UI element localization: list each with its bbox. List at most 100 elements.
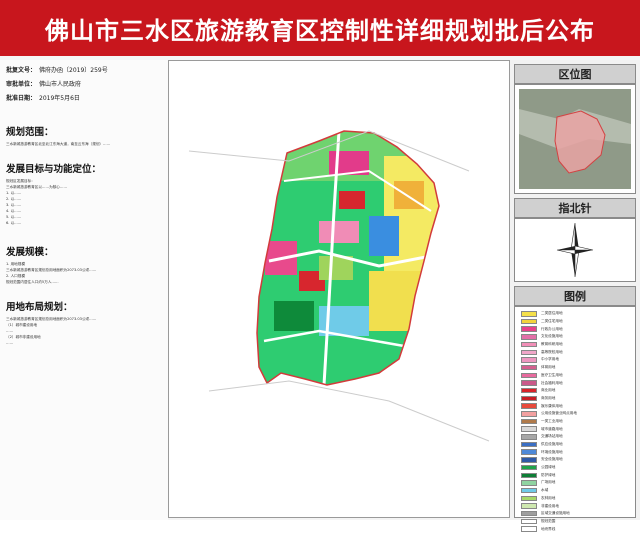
legend-label: 商务用地	[541, 395, 556, 400]
legend-label: 一类工业用地	[541, 418, 563, 423]
legend-item: 规划范围	[515, 518, 635, 526]
legend-item: 农林用地	[515, 495, 635, 503]
legend-label: 行政办公用地	[541, 326, 563, 331]
legend-label: 环境设施用地	[541, 449, 563, 454]
legend-swatch	[521, 434, 537, 440]
approval-date: 批准日期： 2019年5月6日	[6, 92, 162, 106]
approval-date-label: 批准日期：	[6, 95, 37, 102]
legend-swatch	[521, 487, 537, 494]
legend-swatch	[521, 518, 537, 525]
legend-label: 供应设施用地	[541, 442, 563, 447]
legend-label: 高等院校用地	[541, 349, 563, 354]
landuse-text: 三水新城旅游教育区规划总用地面积为2073.03公顷…… （1）城市建设用地 ……	[6, 317, 97, 345]
legend-swatch	[521, 495, 537, 502]
legend-swatch	[521, 403, 537, 409]
legend-label: 广场用地	[541, 480, 556, 485]
text-panel: 批复文号： 佛府办函〔2019〕259号 审批单位： 佛山市人民政府 批准日期： 20…	[0, 60, 168, 520]
legend-swatch	[521, 480, 537, 486]
legend-item: 区域交通设施用地	[515, 510, 635, 518]
legend-item: 体育用地	[515, 364, 635, 372]
parcel-utility	[369, 216, 399, 256]
legend-label: 地块界线	[541, 526, 556, 531]
legend-item: 公园绿地	[515, 464, 635, 472]
legend-item: 社会福利用地	[515, 379, 635, 387]
legend-swatch	[521, 357, 537, 363]
legend-swatch	[521, 526, 537, 532]
landuse-section: 用地布局规划： 三水新城旅游教育区规划总用地面积为2073.03公顷…… （1）…	[6, 299, 162, 346]
goals-text: 规划区发展目标： 三水新城旅游教育区以……为核心…… 1. 以…… 2. 以………	[6, 179, 68, 225]
parcel-commercial-center	[339, 191, 365, 209]
legend-item: 中小学用地	[515, 356, 635, 364]
legend-item: 水域	[515, 487, 635, 495]
legend-swatch	[521, 411, 537, 417]
legend-label: 非建设用地	[541, 503, 559, 508]
legend-label: 安全设施用地	[541, 457, 563, 462]
legend-item: 一类工业用地	[515, 418, 635, 426]
scale-section: 发展规模： 1. 用地规模 三水新城旅游教育区规划总用地面积为2073.03公顷…	[6, 244, 162, 285]
legend-item: 商业用地	[515, 387, 635, 395]
legend-swatch	[521, 464, 537, 471]
location-map-svg	[519, 89, 631, 189]
legend-item: 环境设施用地	[515, 448, 635, 456]
legend-swatch	[521, 418, 537, 425]
poster: 佛山市三水区旅游教育区控制性详细规划批后公布 批复文号： 佛府办函〔2019〕25…	[0, 0, 640, 532]
legend-swatch	[521, 449, 537, 455]
scale-heading: 发展规模：	[6, 247, 54, 258]
legend-label: 中小学用地	[541, 357, 559, 362]
scope-text: 三水新城旅游教育区北至北江东海大道，南至云东海（规划）……	[6, 142, 111, 146]
legend-swatch	[521, 472, 537, 479]
info-panel: 区位图 指北针 图例 二类居住用地 二类住宅用地 行政办公用地 文化设施用地 教育科研	[510, 60, 640, 532]
legend-item: 教育科研用地	[515, 341, 635, 349]
legend-label: 二类住宅用地	[541, 319, 563, 324]
legend-label: 二类居住用地	[541, 311, 563, 316]
legend-item: 文化设施用地	[515, 333, 635, 341]
scope-section: 规划范围： 三水新城旅游教育区北至北江东海大道，南至云东海（规划）……	[6, 124, 162, 147]
north-arrow-box	[514, 218, 636, 282]
legend-swatch	[521, 457, 537, 463]
legend-swatch	[521, 441, 537, 448]
legend-label: 商业用地	[541, 388, 556, 393]
north-arrow-heading: 指北针	[514, 198, 636, 218]
parcel-protective-green	[274, 301, 314, 331]
location-map	[514, 84, 636, 194]
legend-item: 二类住宅用地	[515, 318, 635, 326]
page-title: 佛山市三水区旅游教育区控制性详细规划批后公布	[45, 16, 595, 45]
legend-label: 体育用地	[541, 365, 556, 370]
approval-unit-value: 佛山市人民政府	[39, 81, 82, 88]
approval-number: 批复文号： 佛府办函〔2019〕259号	[6, 64, 162, 78]
legend-swatch	[521, 364, 537, 371]
legend-item: 非建设用地	[515, 502, 635, 510]
legend-item: 广场用地	[515, 479, 635, 487]
legend-item: 娱乐康体用地	[515, 402, 635, 410]
legend-swatch	[521, 334, 537, 340]
legend-label: 城市道路用地	[541, 426, 563, 431]
approval-number-value: 佛府办函〔2019〕259号	[39, 67, 108, 74]
legend-item: 商务用地	[515, 395, 635, 403]
legend-swatch	[521, 510, 537, 517]
approval-date-value: 2019年5月6日	[39, 95, 80, 102]
goals-heading: 发展目标与功能定位：	[6, 164, 102, 175]
legend-swatch	[521, 341, 537, 348]
legend-item: 地块界线	[515, 525, 635, 533]
location-map-heading: 区位图	[514, 64, 636, 84]
legend-swatch	[521, 387, 537, 394]
legend-label: 交通场站用地	[541, 434, 563, 439]
legend: 二类居住用地 二类住宅用地 行政办公用地文化设施用地 教育科研用地 高等院校用地 中小学用…	[514, 306, 636, 532]
legend-item: 行政办公用地	[515, 325, 635, 333]
goals-section: 发展目标与功能定位： 规划区发展目标： 三水新城旅游教育区以……为核心…… 1.…	[6, 161, 162, 226]
scope-heading: 规划范围：	[6, 127, 54, 138]
north-arrow-icon	[556, 222, 594, 278]
parcel-culture	[319, 221, 359, 243]
approval-unit-label: 审批单位：	[6, 81, 37, 88]
land-use-map-svg	[169, 61, 509, 517]
legend-item: 高等院校用地	[515, 348, 635, 356]
legend-swatch	[521, 372, 537, 379]
parcel-orange	[394, 181, 424, 209]
legend-item: 二类居住用地	[515, 310, 635, 318]
legend-swatch	[521, 380, 537, 386]
legend-label: 医疗卫生用地	[541, 372, 563, 377]
legend-item: 城市道路用地	[515, 425, 635, 433]
scale-text: 1. 用地规模 三水新城旅游教育区规划总用地面积为2073.03公顷…… 2. …	[6, 262, 97, 284]
legend-label: 区域交通设施用地	[541, 511, 570, 516]
landuse-heading: 用地布局规划：	[6, 302, 73, 313]
